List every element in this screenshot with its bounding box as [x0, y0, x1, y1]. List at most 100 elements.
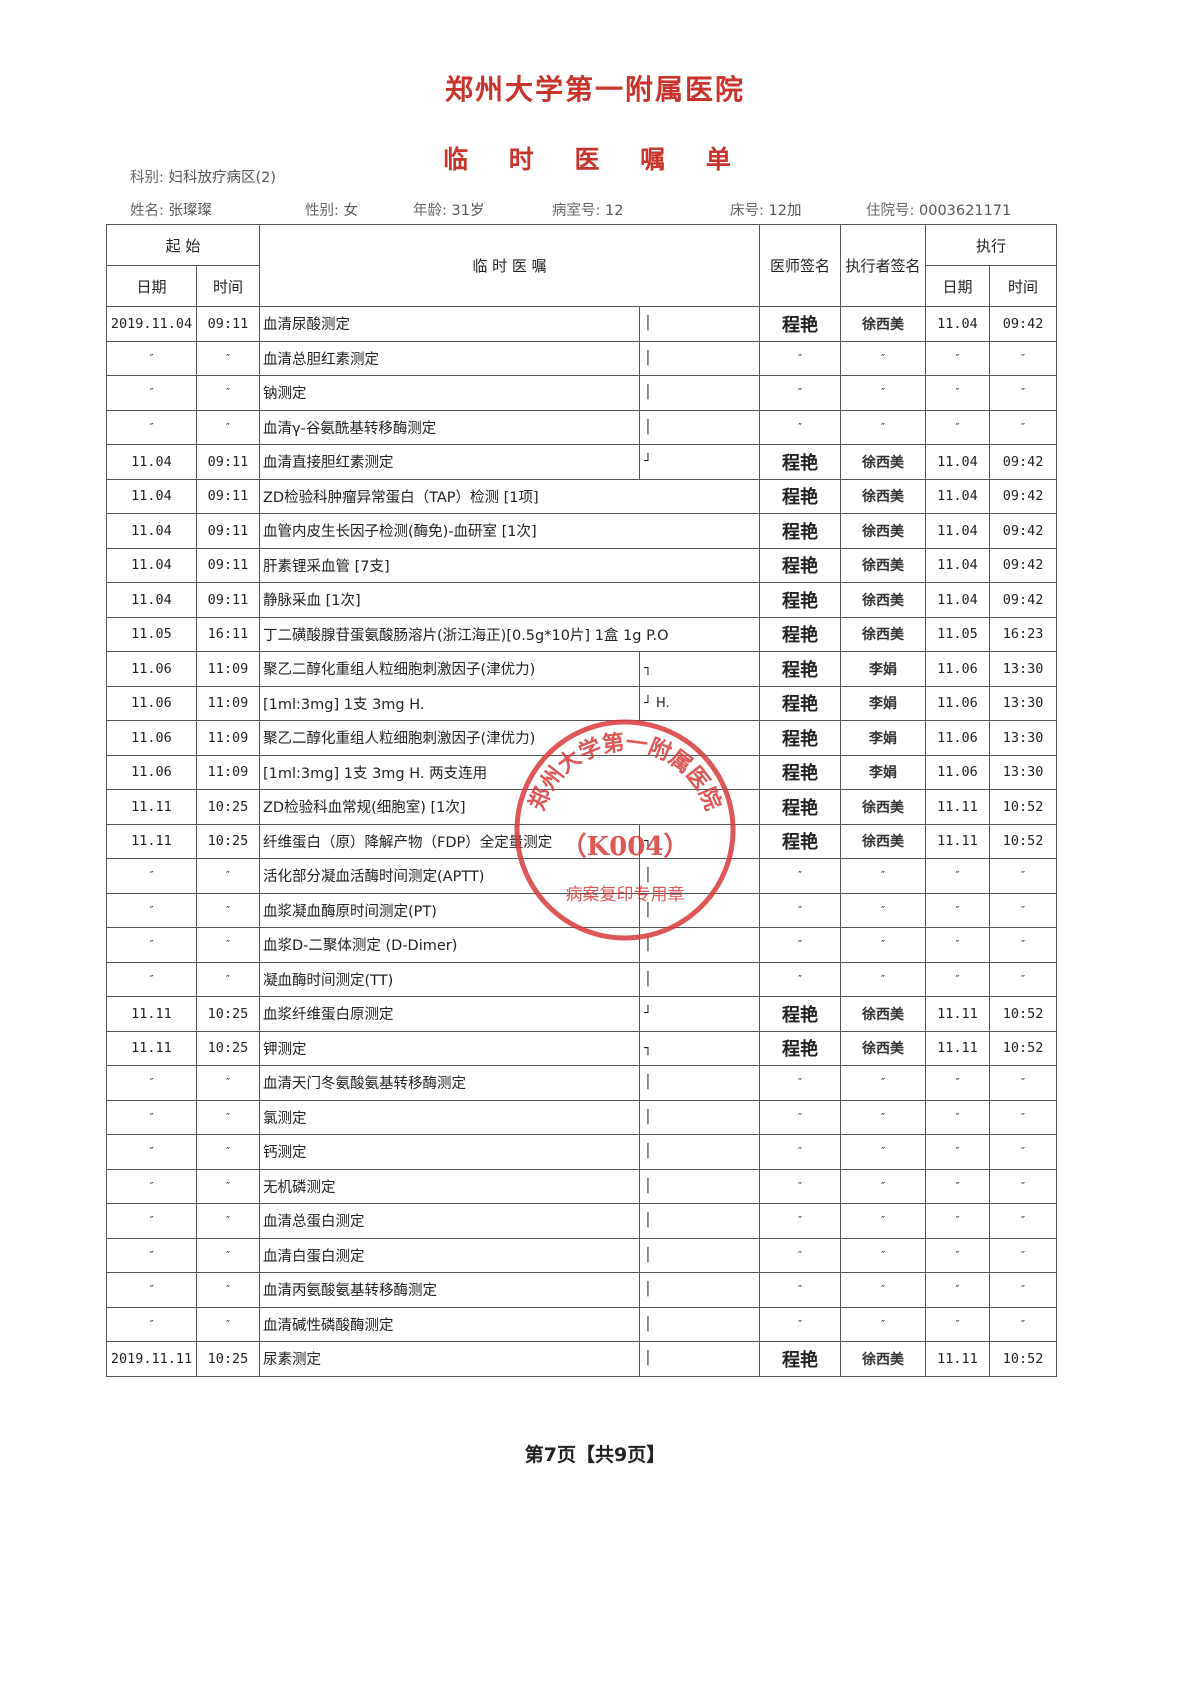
doctor-signature-cell: ″: [759, 961, 841, 997]
start-time-cell: 11:09: [196, 754, 260, 790]
exec-time-cell: ″: [988, 340, 1058, 376]
table-row: ″ ″ 血清γ-谷氨酰基转移酶测定 │ ″ ″ ″ ″: [106, 409, 1058, 445]
start-date-cell: 11.11: [106, 996, 197, 1032]
start-time-cell: 10:25: [196, 996, 260, 1032]
start-date-cell: ″: [106, 1306, 197, 1342]
start-time-cell: ″: [196, 961, 260, 997]
time-header: 时间: [196, 265, 260, 307]
start-date-cell: ″: [106, 1065, 197, 1101]
start-time-cell: 09:11: [196, 478, 260, 514]
doctor-signature-cell: ″: [759, 858, 841, 894]
table-row: 2019.11.04 09:11 血清尿酸测定 │ 程艳 徐西美 11.04 09:42: [106, 306, 1058, 342]
start-date-cell: ″: [106, 927, 197, 963]
start-time-cell: ″: [196, 1203, 260, 1239]
executor-signature-cell: 李娟: [840, 651, 926, 687]
start-date-cell: ″: [106, 409, 197, 445]
start-time-cell: ″: [196, 1168, 260, 1204]
group-mark-cell: │: [639, 892, 760, 928]
exec-time-cell: 10:52: [988, 1030, 1058, 1066]
doctor-signature-cell: ″: [759, 1203, 841, 1239]
order-text-cell: 肝素锂采血管 [7支]: [259, 547, 760, 583]
bed-info: 床号: 12加: [730, 199, 801, 220]
header-row-1: 起 始 临 时 医 嘱 医师签名 执行者签名 执行: [106, 224, 1058, 307]
admission-value: 0003621171: [919, 203, 1012, 219]
exec-date-cell: 11.06: [925, 720, 990, 756]
table-row: ″ ″ 无机磷测定 │ ″ ″ ″ ″: [106, 1168, 1058, 1204]
start-date-cell: ″: [106, 961, 197, 997]
room-value: 12: [605, 203, 624, 219]
table-row: ″ ″ 氯测定 │ ″ ″ ″ ″: [106, 1099, 1058, 1135]
exec-time-cell: 09:42: [988, 444, 1058, 480]
exec-date-cell: 11.06: [925, 685, 990, 721]
exec-date-cell: 11.11: [925, 1341, 990, 1377]
doctor-header: 医师签名: [759, 224, 841, 307]
start-date-cell: 11.04: [106, 444, 197, 480]
exec-date-cell: ″: [925, 1168, 990, 1204]
doctor-signature-cell: 程艳: [759, 651, 841, 687]
exec-time-cell: ″: [988, 409, 1058, 445]
doctor-signature-cell: 程艳: [759, 789, 841, 825]
table-row: 11.11 10:25 血浆纤维蛋白原测定 ┘ 程艳 徐西美 11.11 10:52: [106, 996, 1058, 1032]
executor-signature-cell: ″: [840, 892, 926, 928]
start-time-cell: ″: [196, 375, 260, 411]
executor-signature-cell: 李娟: [840, 754, 926, 790]
table-row: ″ ″ 钠测定 │ ″ ″ ″ ″: [106, 375, 1058, 411]
executor-signature-cell: 徐西美: [840, 616, 926, 652]
department-info: 科别: 妇科放疗病区(2): [130, 166, 276, 187]
start-date-cell: ″: [106, 892, 197, 928]
table-row: ″ ″ 血清丙氨酸氨基转移酶测定 │ ″ ″ ″ ″: [106, 1272, 1058, 1308]
order-text-cell: 血清碱性磷酸酶测定: [259, 1306, 640, 1342]
order-text-cell: 聚乙二醇化重组人粒细胞刺激因子(津优力): [259, 651, 640, 687]
doctor-signature-cell: 程艳: [759, 513, 841, 549]
order-text-cell: 血清总胆红素测定: [259, 340, 640, 376]
exec-time-cell: ″: [988, 927, 1058, 963]
table-row: ″ ″ 血清白蛋白测定 │ ″ ″ ″ ″: [106, 1237, 1058, 1273]
order-text-cell: 无机磷测定: [259, 1168, 640, 1204]
executor-signature-cell: ″: [840, 1168, 926, 1204]
order-text-cell: 静脉采血 [1次]: [259, 582, 760, 618]
doctor-signature-cell: 程艳: [759, 996, 841, 1032]
start-time-cell: 10:25: [196, 823, 260, 859]
start-date-cell: ″: [106, 375, 197, 411]
order-text-cell: 血清γ-谷氨酰基转移酶测定: [259, 409, 640, 445]
executor-header: 执行者签名: [840, 224, 926, 307]
order-text-cell: ZD检验科血常规(细胞室) [1次]: [259, 789, 760, 825]
start-date-cell: 11.04: [106, 513, 197, 549]
doctor-signature-cell: ″: [759, 1272, 841, 1308]
exec-date-header: 日期: [925, 265, 990, 307]
start-date-cell: 11.06: [106, 685, 197, 721]
executor-signature-cell: ″: [840, 1306, 926, 1342]
group-mark-cell: │: [639, 927, 760, 963]
start-date-cell: 11.06: [106, 720, 197, 756]
group-mark-cell: │: [639, 1272, 760, 1308]
start-date-cell: 2019.11.04: [106, 306, 197, 342]
group-mark-cell: │: [639, 1306, 760, 1342]
table-row: ″ ″ 血浆D-二聚体测定 (D-Dimer) │ ″ ″ ″ ″: [106, 927, 1058, 963]
order-text-cell: 丁二磺酸腺苷蛋氨酸肠溶片(浙江海正)[0.5g*10片] 1盒 1g P.O: [259, 616, 760, 652]
start-time-cell: 11:09: [196, 685, 260, 721]
bed-label: 床号:: [730, 203, 764, 219]
bed-value: 12加: [768, 203, 802, 219]
sex-info: 性别: 女: [305, 199, 358, 220]
executor-signature-cell: 徐西美: [840, 789, 926, 825]
page-number: 第7页【共9页】: [524, 1444, 666, 1466]
sex-label: 性别:: [305, 203, 339, 219]
exec-date-cell: ″: [925, 892, 990, 928]
name-label: 姓名:: [130, 203, 164, 219]
start-date-cell: ″: [106, 1272, 197, 1308]
exec-time-cell: 10:52: [988, 789, 1058, 825]
exec-date-cell: 11.11: [925, 996, 990, 1032]
start-date-cell: 11.11: [106, 823, 197, 859]
doctor-signature-cell: 程艳: [759, 582, 841, 618]
exec-header: 执行: [924, 224, 1058, 266]
table-row: 11.06 11:09 [1ml:3mg] 1支 3mg H. 两支连用 程艳 李娟 11…: [106, 754, 1058, 790]
start-time-cell: 11:09: [196, 651, 260, 687]
exec-date-cell: ″: [925, 1272, 990, 1308]
table-row: ″ ″ 活化部分凝血活酶时间测定(APTT) │ ″ ″ ″ ″: [106, 858, 1058, 894]
table-row: ″ ″ 血清总胆红素测定 │ ″ ″ ″ ″: [106, 340, 1058, 376]
order-text-cell: 尿素测定: [259, 1341, 640, 1377]
doctor-signature-cell: 程艳: [759, 306, 841, 342]
group-mark-cell: │: [639, 306, 760, 342]
exec-time-cell: ″: [988, 1306, 1058, 1342]
group-mark-cell: │: [639, 375, 760, 411]
